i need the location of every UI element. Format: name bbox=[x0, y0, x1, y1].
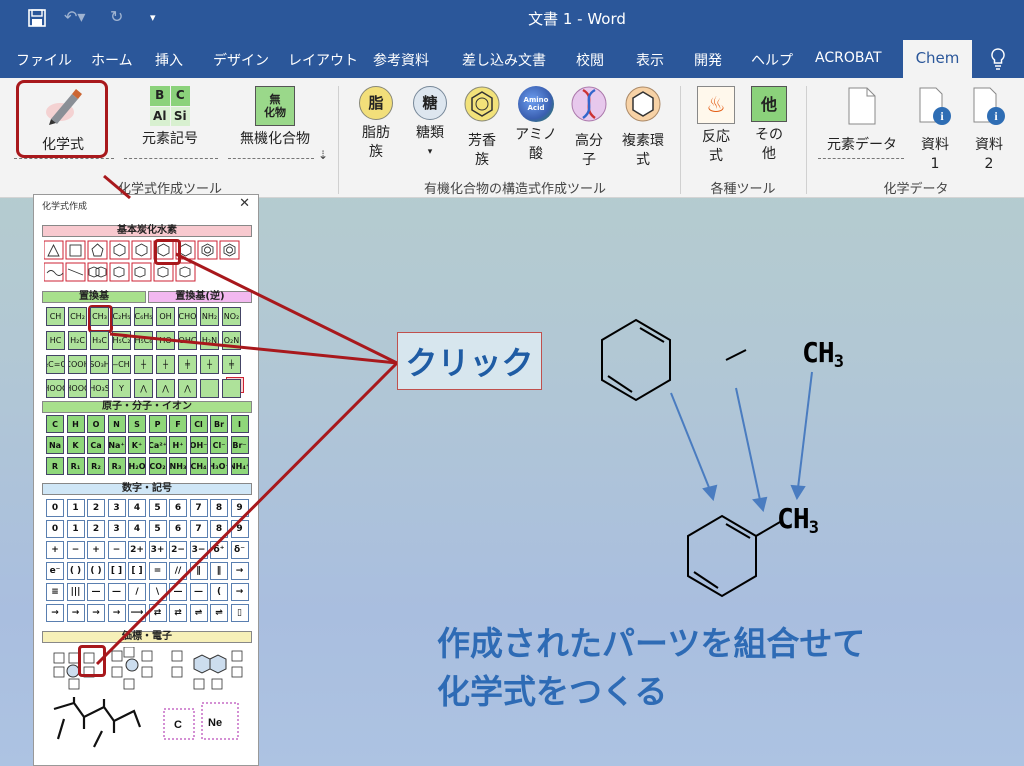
bond-line bbox=[725, 349, 747, 361]
ch3-text: CH bbox=[777, 502, 810, 535]
toluene-structure bbox=[687, 514, 781, 598]
ch3-text: CH bbox=[802, 336, 835, 369]
click-annotation: クリック bbox=[397, 332, 542, 390]
caption-line-1: 作成されたパーツを組合せて bbox=[437, 624, 866, 663]
ch3-fragment: CH3 bbox=[802, 336, 844, 372]
toluene-ch3: CH3 bbox=[777, 502, 819, 538]
ch3-subscript: 3 bbox=[808, 518, 819, 538]
ch3-subscript: 3 bbox=[833, 352, 844, 372]
caption-line-2: 化学式をつくる bbox=[437, 672, 668, 711]
cyclohexadiene-structure bbox=[601, 318, 671, 402]
caption: 作成されたパーツを組合せて 化学式をつくる bbox=[437, 620, 865, 716]
